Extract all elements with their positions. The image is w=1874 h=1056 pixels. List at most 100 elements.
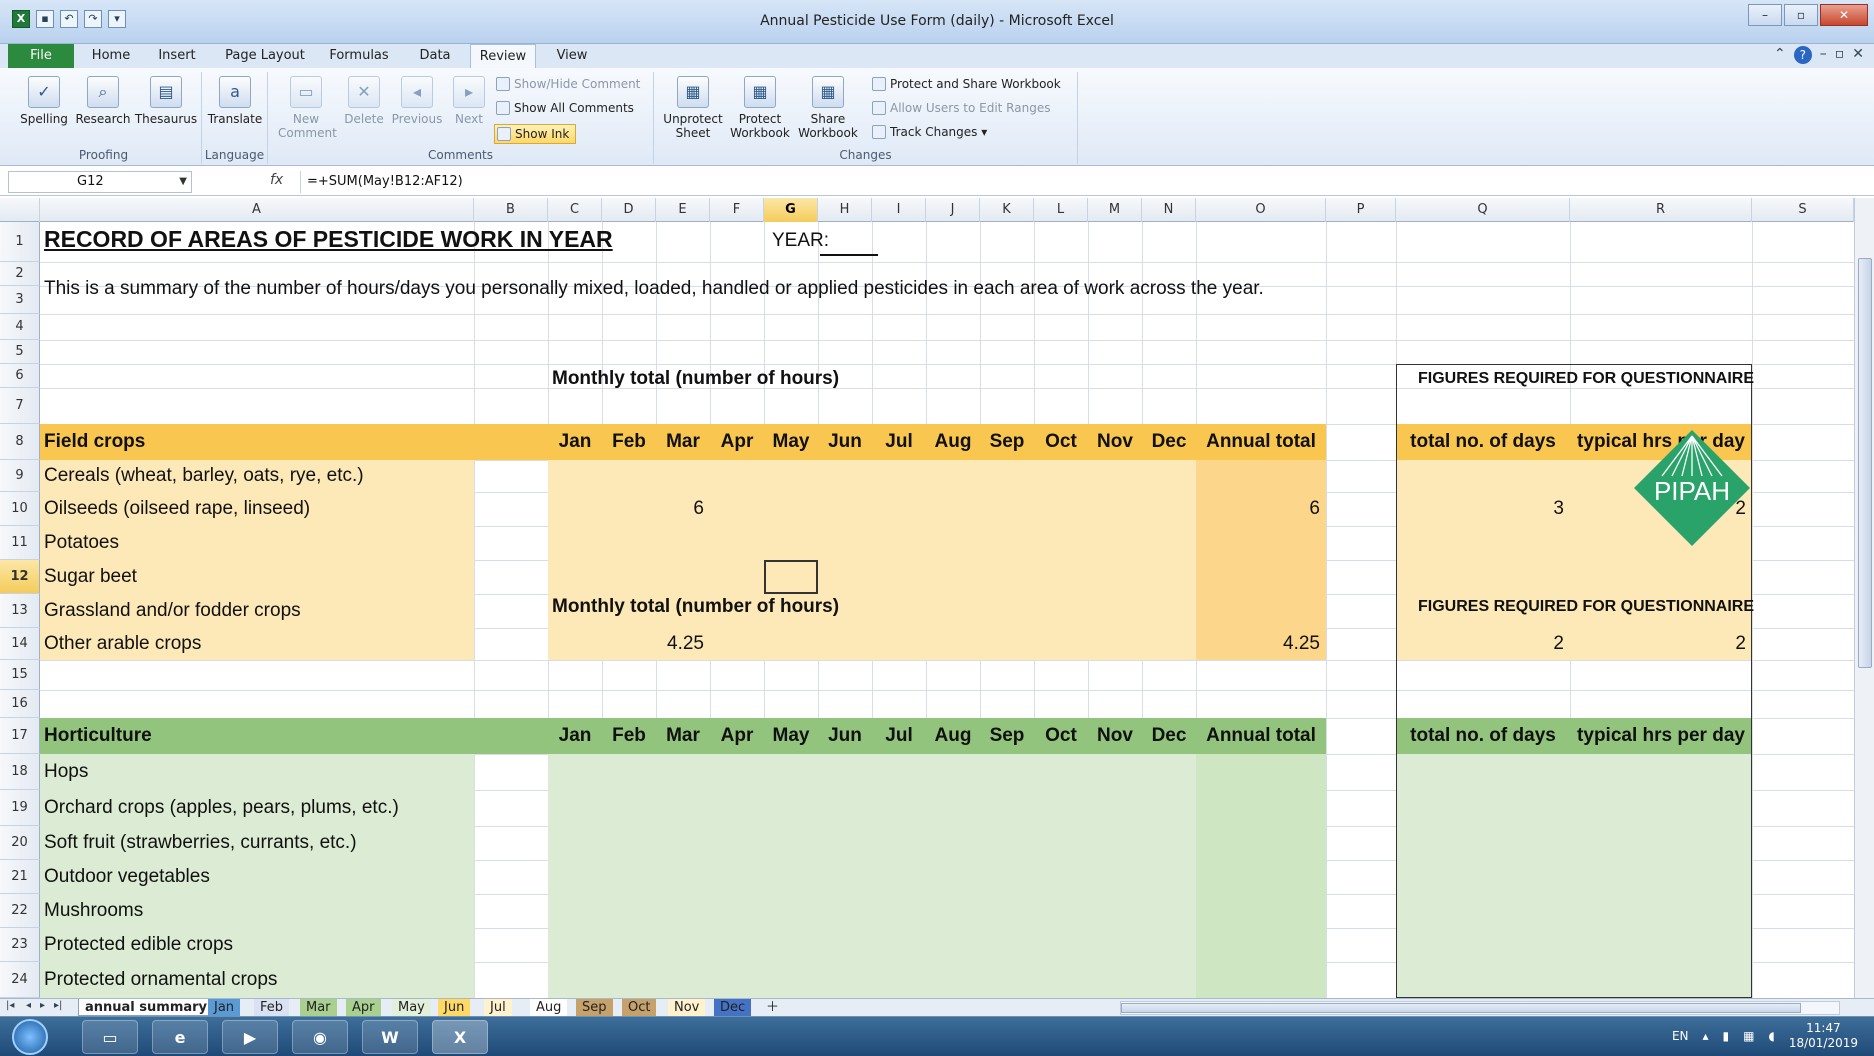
- intro-text[interactable]: This is a summary of the number of hours…: [44, 278, 1264, 300]
- row-header-19[interactable]: 19: [0, 790, 40, 826]
- hort-month-header-nov[interactable]: Nov: [1088, 725, 1142, 747]
- protect-workbook-button[interactable]: ▦ Protect Workbook: [726, 76, 794, 140]
- month-header-jul[interactable]: Jul: [872, 431, 926, 453]
- tab-home[interactable]: Home: [88, 44, 134, 68]
- insert-sheet-icon[interactable]: ＋: [760, 999, 785, 1016]
- selected-cell-g12[interactable]: [764, 560, 818, 594]
- previous-comment-button[interactable]: ◂ Previous: [388, 76, 446, 126]
- show-all-comments-button[interactable]: Show All Comments: [496, 100, 634, 116]
- sheet-tab-aug[interactable]: Aug: [530, 999, 568, 1016]
- month-header-jan[interactable]: Jan: [548, 431, 602, 453]
- sheet-tab-nov[interactable]: Nov: [668, 999, 706, 1016]
- horticulture-crop-name[interactable]: Soft fruit (strawberries, currants, etc.…: [40, 832, 357, 854]
- minimize-ribbon-icon[interactable]: ⌃: [1774, 46, 1786, 64]
- column-header-a[interactable]: A: [40, 198, 474, 222]
- total-days-value[interactable]: 3: [1396, 498, 1570, 520]
- month-header-feb[interactable]: Feb: [602, 431, 656, 453]
- row-header-8[interactable]: 8: [0, 424, 40, 460]
- battery-icon[interactable]: ▮: [1723, 1029, 1730, 1043]
- last-sheet-icon[interactable]: ▸|: [54, 1000, 62, 1011]
- horticulture-crop-name[interactable]: Orchard crops (apples, pears, plums, etc…: [40, 797, 399, 819]
- sheet-tab-jun[interactable]: Jun: [438, 999, 471, 1016]
- show-ink-button[interactable]: Show Ink: [494, 124, 577, 144]
- vertical-scroll-thumb[interactable]: [1858, 258, 1872, 668]
- row-header-2[interactable]: 2: [0, 262, 40, 286]
- month-header-may[interactable]: May: [764, 431, 818, 453]
- internet-explorer-taskbar-icon[interactable]: e: [152, 1020, 208, 1054]
- annual-total-value[interactable]: 6: [1196, 498, 1326, 520]
- figures-required-label-2[interactable]: FIGURES REQUIRED FOR QUESTIONNAIRE: [1418, 598, 1754, 616]
- delete-comment-button[interactable]: ✕ Delete: [340, 76, 388, 126]
- spelling-button[interactable]: ✓ Spelling: [14, 76, 74, 126]
- month-header-jun[interactable]: Jun: [818, 431, 872, 453]
- field-crop-name[interactable]: Cereals (wheat, barley, oats, rye, etc.): [40, 465, 364, 487]
- show-hide-comment-button[interactable]: Show/Hide Comment: [496, 76, 640, 92]
- column-header-e[interactable]: E: [656, 198, 710, 222]
- column-header-k[interactable]: K: [980, 198, 1034, 222]
- month-header-sep[interactable]: Sep: [980, 431, 1034, 453]
- hort-month-header-mar[interactable]: Mar: [656, 725, 710, 747]
- column-header-m[interactable]: M: [1088, 198, 1142, 222]
- typical-hrs-value[interactable]: 2: [1570, 633, 1752, 655]
- row-header-1[interactable]: 1: [0, 222, 40, 262]
- sheet-tab-dec[interactable]: Dec: [714, 999, 752, 1016]
- hort-month-header-feb[interactable]: Feb: [602, 725, 656, 747]
- row-header-10[interactable]: 10: [0, 492, 40, 526]
- row-header-15[interactable]: 15: [0, 660, 40, 690]
- hort-total-days-header[interactable]: total no. of days: [1396, 725, 1570, 747]
- tab-insert[interactable]: Insert: [152, 44, 202, 68]
- minimize-button[interactable]: –: [1748, 4, 1782, 26]
- horticulture-crop-name[interactable]: Protected edible crops: [40, 934, 233, 956]
- monthly-total-label-2[interactable]: Monthly total (number of hours): [552, 596, 839, 618]
- doc-restore-icon[interactable]: ▫: [1835, 46, 1845, 64]
- close-button[interactable]: ✕: [1820, 4, 1868, 26]
- column-header-b[interactable]: B: [474, 198, 548, 222]
- first-sheet-icon[interactable]: |◂: [6, 1000, 14, 1011]
- prev-sheet-icon[interactable]: ◂: [26, 1000, 31, 1011]
- sheet-title[interactable]: RECORD OF AREAS OF PESTICIDE WORK IN YEA…: [44, 226, 613, 253]
- total-days-value[interactable]: 2: [1396, 633, 1570, 655]
- sheet-tab-oct[interactable]: Oct: [622, 999, 657, 1016]
- hort-month-header-aug[interactable]: Aug: [926, 725, 980, 747]
- row-header-21[interactable]: 21: [0, 860, 40, 894]
- hort-annual-total-header[interactable]: Annual total: [1196, 725, 1326, 747]
- month-header-aug[interactable]: Aug: [926, 431, 980, 453]
- clock[interactable]: 11:47 18/01/2019: [1789, 1021, 1858, 1051]
- word-taskbar-icon[interactable]: W: [362, 1020, 418, 1054]
- month-header-mar[interactable]: Mar: [656, 431, 710, 453]
- month-header-nov[interactable]: Nov: [1088, 431, 1142, 453]
- row-header-4[interactable]: 4: [0, 314, 40, 340]
- protect-share-workbook-button[interactable]: Protect and Share Workbook: [872, 76, 1061, 92]
- column-header-d[interactable]: D: [602, 198, 656, 222]
- tab-page-layout[interactable]: Page Layout: [222, 44, 308, 68]
- hort-month-header-apr[interactable]: Apr: [710, 725, 764, 747]
- tab-data[interactable]: Data: [410, 44, 460, 68]
- doc-minimize-icon[interactable]: –: [1820, 46, 1827, 64]
- help-icon[interactable]: ?: [1793, 46, 1812, 64]
- figures-required-label-1[interactable]: FIGURES REQUIRED FOR QUESTIONNAIRE: [1418, 370, 1754, 388]
- allow-users-edit-ranges-button[interactable]: Allow Users to Edit Ranges: [872, 100, 1050, 116]
- row-header-18[interactable]: 18: [0, 754, 40, 790]
- next-sheet-icon[interactable]: ▸: [40, 1000, 45, 1011]
- language-indicator[interactable]: EN: [1672, 1029, 1689, 1043]
- row-header-16[interactable]: 16: [0, 690, 40, 718]
- horizontal-scrollbar[interactable]: [1120, 1001, 1840, 1015]
- row-header-3[interactable]: 3: [0, 286, 40, 314]
- column-header-p[interactable]: P: [1326, 198, 1396, 222]
- tab-formulas[interactable]: Formulas: [326, 44, 392, 68]
- new-comment-button[interactable]: ▭ New Comment: [278, 76, 337, 140]
- field-crop-name[interactable]: Other arable crops: [40, 633, 201, 655]
- hort-month-header-oct[interactable]: Oct: [1034, 725, 1088, 747]
- chevron-down-icon[interactable]: ▼: [179, 172, 187, 192]
- field-crop-name[interactable]: Oilseeds (oilseed rape, linseed): [40, 498, 310, 520]
- column-header-r[interactable]: R: [1570, 198, 1752, 222]
- row-header-11[interactable]: 11: [0, 526, 40, 560]
- excel-taskbar-icon[interactable]: X: [432, 1020, 488, 1054]
- horticulture-crop-name[interactable]: Outdoor vegetables: [40, 866, 210, 888]
- field-crop-name[interactable]: Sugar beet: [40, 566, 137, 588]
- month-header-apr[interactable]: Apr: [710, 431, 764, 453]
- horticulture-crop-name[interactable]: Protected ornamental crops: [40, 969, 277, 991]
- march-value[interactable]: 4.25: [656, 633, 710, 655]
- share-workbook-button[interactable]: ▦ Share Workbook: [794, 76, 862, 140]
- column-header-c[interactable]: C: [548, 198, 602, 222]
